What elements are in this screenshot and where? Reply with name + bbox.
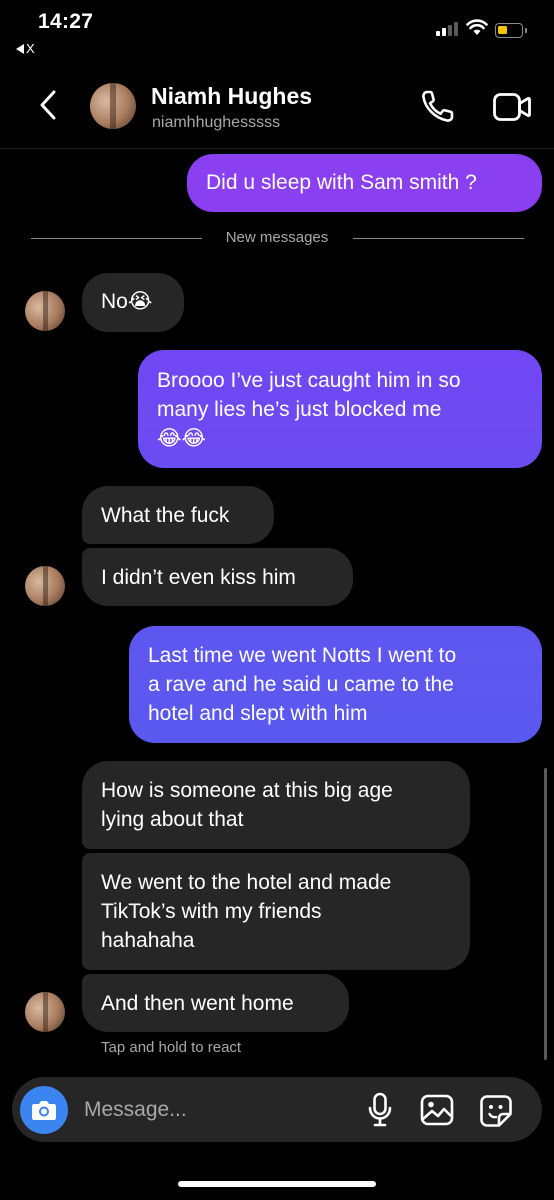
message-outgoing[interactable]: Broooo I’ve just caught him in so many l… [138, 350, 542, 468]
header-divider [0, 148, 554, 149]
message-line: a rave and he said u came to the [148, 673, 454, 696]
contact-avatar[interactable] [90, 83, 136, 129]
message-line: many lies he’s just blocked me [157, 398, 442, 421]
message-text: And then went home [101, 992, 294, 1015]
message-line: Broooo I’ve just caught him in so [157, 369, 461, 392]
message-text: Did u sleep with Sam smith ? [206, 171, 477, 194]
chevron-left-icon [40, 90, 56, 120]
message-incoming[interactable]: We went to the hotel and made TikTok’s w… [82, 853, 470, 970]
video-camera-icon[interactable] [492, 90, 532, 124]
image-icon[interactable] [420, 1094, 454, 1126]
message-outgoing[interactable]: Did u sleep with Sam smith ? [187, 154, 542, 212]
wifi-icon [466, 19, 488, 35]
camera-button[interactable] [20, 1086, 68, 1134]
camera-icon [32, 1101, 56, 1120]
message-line: hahahaha [101, 929, 195, 952]
battery-icon [495, 23, 527, 38]
message-line: Last time we went Notts I went to [148, 644, 457, 667]
message-outgoing[interactable]: Last time we went Notts I went to a rave… [129, 626, 542, 743]
message-input[interactable] [84, 1094, 334, 1126]
message-text: No😭 [101, 290, 153, 313]
message-incoming[interactable]: I didn’t even kiss him [82, 548, 353, 606]
divider-line-right [353, 238, 524, 239]
message-incoming[interactable]: And then went home [82, 974, 349, 1032]
message-text: What the fuck [101, 504, 230, 527]
message-line: How is someone at this big age [101, 779, 393, 802]
message-line: TikTok’s with my friends [101, 900, 322, 923]
message-text: I didn’t even kiss him [101, 566, 296, 589]
contact-name[interactable]: Niamh Hughes [151, 83, 312, 110]
sender-avatar[interactable] [25, 566, 65, 606]
message-line: lying about that [101, 808, 244, 831]
back-app-label: X [26, 41, 35, 56]
home-indicator[interactable] [178, 1181, 376, 1187]
react-hint: Tap and hold to react [101, 1039, 242, 1056]
contact-username[interactable]: niamhhughesssss [152, 114, 280, 132]
scrollbar[interactable] [544, 768, 547, 1060]
message-incoming[interactable]: No😭 [82, 273, 184, 332]
sender-avatar[interactable] [25, 291, 65, 331]
message-line: hotel and slept with him [148, 702, 368, 725]
signal-icon [436, 22, 458, 36]
status-time: 14:27 [38, 10, 94, 33]
back-triangle-icon [16, 43, 24, 54]
message-incoming[interactable]: What the fuck [82, 486, 274, 544]
sender-avatar[interactable] [25, 992, 65, 1032]
back-button[interactable] [30, 87, 66, 123]
phone-icon[interactable] [418, 88, 458, 126]
sticker-icon[interactable] [479, 1094, 513, 1128]
message-incoming[interactable]: How is someone at this big age lying abo… [82, 761, 470, 849]
back-to-app-link[interactable]: X [16, 41, 35, 56]
message-line: 😂😂 [157, 427, 207, 450]
message-line: We went to the hotel and made [101, 871, 392, 894]
microphone-icon[interactable] [367, 1092, 393, 1128]
